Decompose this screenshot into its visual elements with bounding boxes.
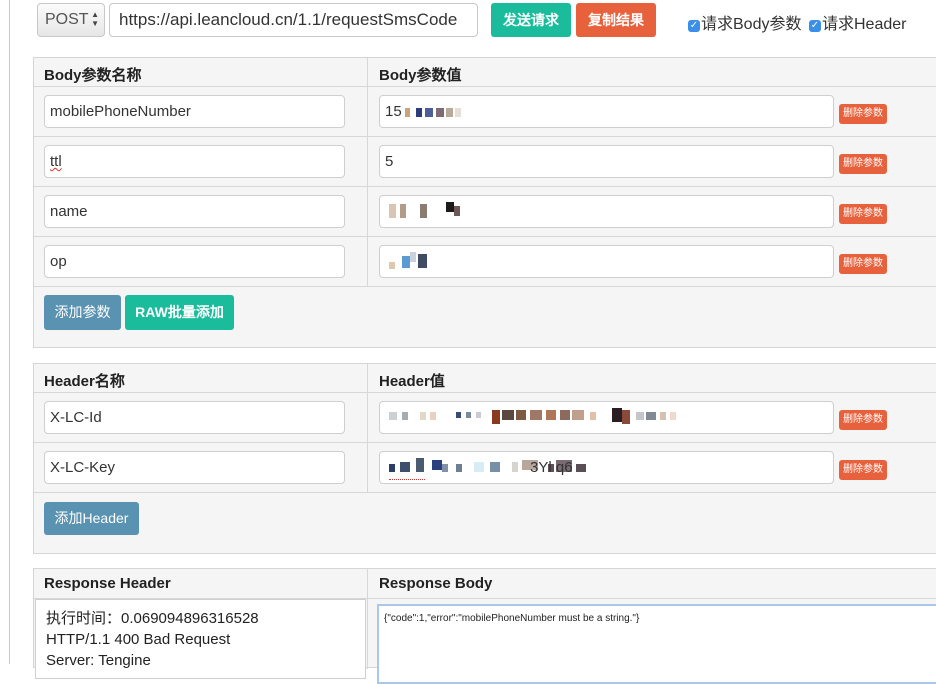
- checkbox-checked-icon: ✓: [809, 20, 821, 32]
- body-param-name-input[interactable]: op: [44, 245, 345, 278]
- select-arrows-icon: ▲ ▼: [91, 10, 99, 28]
- response-body-text: {"code":1,"error":"mobilePhoneNumber mus…: [384, 613, 640, 624]
- raw-batch-add-button[interactable]: RAW批量添加: [125, 295, 234, 330]
- header-name-input[interactable]: X-LC-Id: [44, 401, 345, 434]
- checkbox-checked-icon: ✓: [688, 20, 700, 32]
- body-param-value-input[interactable]: [379, 195, 834, 228]
- header-name-input[interactable]: X-LC-Key: [44, 451, 345, 484]
- divider: [34, 286, 936, 287]
- delete-param-button[interactable]: 删除参数: [839, 460, 887, 480]
- body-value-header: Body参数值: [379, 67, 462, 84]
- send-request-button[interactable]: 发送请求: [491, 3, 571, 37]
- url-input[interactable]: https://api.leancloud.cn/1.1/requestSmsC…: [109, 3, 478, 37]
- delete-param-button[interactable]: 删除参数: [839, 410, 887, 430]
- body-param-value-input[interactable]: [379, 245, 834, 278]
- body-params-panel: Body参数名称 Body参数值 mobilePhoneNumber 15 删除…: [33, 57, 936, 348]
- header-value-input[interactable]: 3Yl q6: [379, 451, 834, 484]
- column-divider: [367, 58, 368, 286]
- body-name-header: Body参数名称: [44, 67, 142, 84]
- body-param-name-input[interactable]: mobilePhoneNumber: [44, 95, 345, 128]
- divider: [34, 186, 936, 187]
- response-header-title: Response Header: [44, 575, 171, 592]
- divider: [34, 136, 936, 137]
- response-body-textarea[interactable]: {"code":1,"error":"mobilePhoneNumber mus…: [377, 604, 936, 684]
- header-value-input[interactable]: [379, 401, 834, 434]
- body-param-value-input[interactable]: 15: [379, 95, 834, 128]
- body-params-checkbox[interactable]: ✓ 请求Body参数: [688, 10, 801, 34]
- delete-param-button[interactable]: 删除参数: [839, 104, 887, 124]
- divider: [34, 236, 936, 237]
- response-header-line: 执行时间：0.069094896316528: [46, 610, 259, 627]
- method-select[interactable]: POST ▲ ▼: [37, 3, 105, 37]
- delete-param-button[interactable]: 删除参数: [839, 204, 887, 224]
- add-param-button[interactable]: 添加参数: [44, 295, 121, 330]
- method-value: POST: [45, 11, 89, 28]
- response-header-line: Server: Tengine: [46, 652, 151, 669]
- add-header-button[interactable]: 添加Header: [44, 502, 139, 535]
- column-divider: [367, 569, 368, 669]
- response-header-text: 执行时间：0.069094896316528 HTTP/1.1 400 Bad …: [46, 608, 259, 671]
- header-name-header: Header名称: [44, 373, 125, 390]
- delete-param-button[interactable]: 删除参数: [839, 154, 887, 174]
- body-param-value-text: 15: [385, 103, 402, 120]
- response-header-line: HTTP/1.1 400 Bad Request: [46, 631, 231, 648]
- header-value-text: 3Yl q6: [530, 459, 573, 476]
- column-divider: [367, 364, 368, 492]
- header-value-header: Header值: [379, 373, 445, 390]
- left-border: [9, 0, 10, 664]
- divider: [34, 392, 936, 393]
- header-checkbox[interactable]: ✓ 请求Header: [809, 10, 906, 34]
- divider: [34, 492, 936, 493]
- response-panel: Response Header Response Body 执行时间：0.069…: [33, 568, 936, 684]
- body-params-label: 请求Body参数: [701, 16, 802, 33]
- response-header-box: 执行时间：0.069094896316528 HTTP/1.1 400 Bad …: [35, 599, 366, 679]
- copy-result-button[interactable]: 复制结果: [576, 3, 656, 37]
- body-param-name-text: ttl: [50, 153, 62, 170]
- header-params-panel: Header名称 Header值 X-LC-Id 删除参数 X-LC-Key 3…: [33, 363, 936, 554]
- body-param-name-input[interactable]: ttl: [44, 145, 345, 178]
- response-body-title: Response Body: [379, 575, 493, 592]
- divider: [34, 442, 936, 443]
- header-label: 请求Header: [822, 16, 907, 33]
- body-param-name-input[interactable]: name: [44, 195, 345, 228]
- delete-param-button[interactable]: 删除参数: [839, 254, 887, 274]
- body-param-value-input[interactable]: 5: [379, 145, 834, 178]
- divider: [34, 86, 936, 87]
